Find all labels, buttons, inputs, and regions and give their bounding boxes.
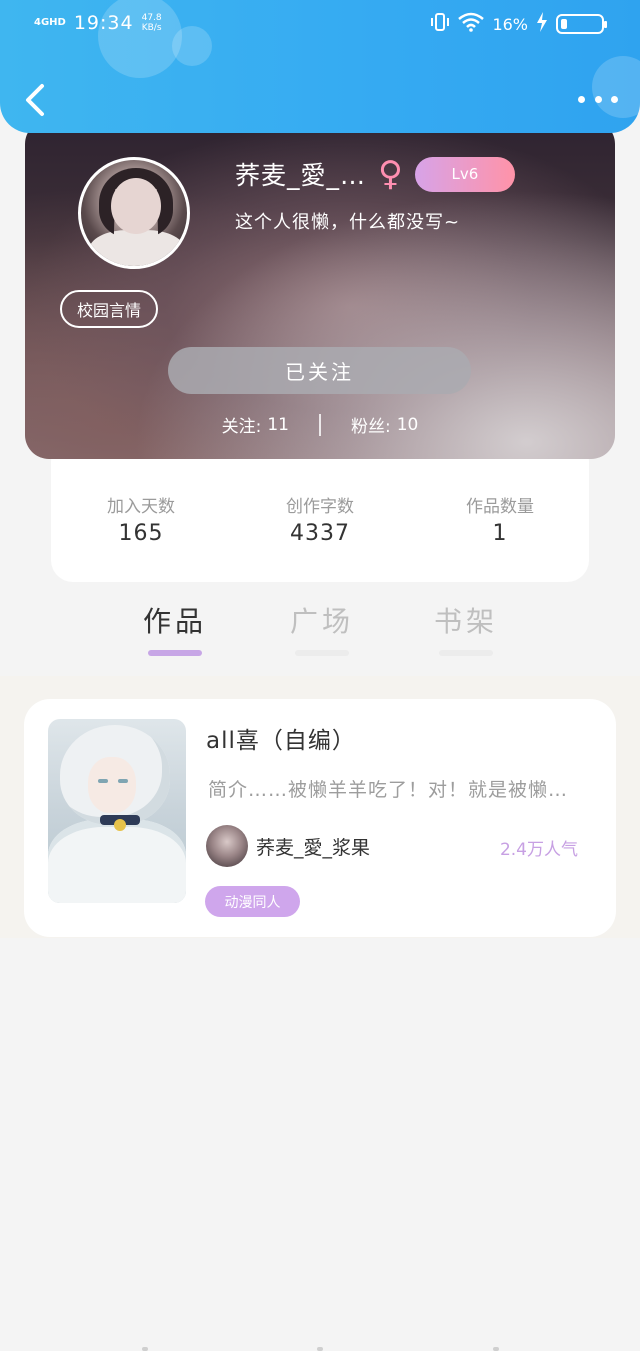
works-count-stat: 作品数量 1 bbox=[440, 492, 560, 546]
author-avatar bbox=[206, 825, 248, 867]
cover-coat bbox=[48, 819, 186, 903]
tab-indicator bbox=[439, 650, 493, 656]
cover-face bbox=[88, 757, 136, 813]
tab-bookshelf[interactable]: 书架 bbox=[426, 600, 506, 656]
wifi-icon bbox=[458, 12, 485, 36]
stats-divider bbox=[319, 413, 321, 436]
genre-tag-pill[interactable]: 校园言情 bbox=[60, 290, 158, 328]
cover-eye bbox=[98, 779, 108, 783]
more-dot bbox=[594, 95, 602, 103]
charging-icon bbox=[536, 12, 548, 36]
back-button[interactable] bbox=[20, 80, 52, 120]
works-count-value: 1 bbox=[492, 521, 508, 546]
tab-indicator bbox=[148, 650, 202, 656]
join-days-stat: 加入天数 165 bbox=[81, 492, 201, 546]
follow-stats: 关注: 11 粉丝: 10 bbox=[25, 412, 615, 437]
avatar-body bbox=[89, 230, 185, 266]
fans-label: 粉丝: bbox=[351, 417, 391, 437]
join-days-label: 加入天数 bbox=[107, 497, 175, 517]
work-card[interactable]: all喜（自编） 简介……被懒羊羊吃了！对！就是被懒… 荞麦_愛_浆果 2.4万… bbox=[24, 699, 616, 937]
word-count-stat: 创作字数 4337 bbox=[260, 492, 380, 546]
chevron-left-icon bbox=[26, 84, 44, 116]
works-count-label: 作品数量 bbox=[466, 497, 534, 517]
speed-unit: KB/s bbox=[141, 23, 162, 33]
join-days-value: 165 bbox=[118, 521, 164, 546]
info-card: 加入天数 165 创作字数 4337 作品数量 1 bbox=[51, 440, 589, 582]
author-name: 荞麦_愛_浆果 bbox=[256, 836, 371, 859]
tab-bookshelf-label: 书架 bbox=[433, 605, 498, 638]
author-row[interactable]: 荞麦_愛_浆果 bbox=[206, 825, 370, 867]
cover-eye bbox=[118, 779, 128, 783]
genre-tag[interactable]: 动漫同人 bbox=[205, 886, 300, 917]
profile-card: 荞麦_愛_… ♀ Lv6 这个人很懒，什么都没写~ 校园言情 已关注 关注: 1… bbox=[25, 120, 615, 459]
nav-dot bbox=[142, 1347, 148, 1351]
username: 荞麦_愛_… bbox=[235, 161, 367, 190]
following-stat[interactable]: 关注: 11 bbox=[221, 412, 289, 438]
network-indicator: 4GHD bbox=[34, 17, 66, 28]
nav-dot bbox=[317, 1347, 323, 1351]
more-dot bbox=[611, 95, 618, 103]
following-count: 11 bbox=[267, 414, 289, 435]
battery-percent: 16% bbox=[492, 14, 528, 34]
fans-stat[interactable]: 粉丝: 10 bbox=[351, 412, 419, 438]
fans-count: 10 bbox=[396, 414, 419, 435]
battery-level bbox=[561, 19, 567, 29]
top-header: 4GHD 19:34 47.8 KB/s 16% bbox=[0, 0, 640, 133]
work-title[interactable]: all喜（自编） bbox=[206, 721, 356, 755]
tab-plaza-label: 广场 bbox=[289, 605, 354, 638]
tab-works[interactable]: 作品 bbox=[135, 600, 215, 656]
speed-value: 47.8 bbox=[141, 13, 162, 23]
status-bar: 4GHD 19:34 47.8 KB/s 16% bbox=[0, 8, 640, 42]
tab-plaza[interactable]: 广场 bbox=[282, 600, 362, 656]
female-gender-icon: ♀ bbox=[378, 154, 403, 194]
network-speed: 47.8 KB/s bbox=[142, 13, 162, 33]
battery-icon bbox=[556, 14, 607, 34]
word-count-label: 创作字数 bbox=[286, 497, 354, 517]
tab-works-label: 作品 bbox=[142, 605, 207, 638]
word-count-value: 4337 bbox=[290, 521, 350, 546]
more-button[interactable] bbox=[578, 84, 618, 114]
more-dots-icon bbox=[578, 95, 585, 103]
name-row: 荞麦_愛_… ♀ Lv6 bbox=[235, 156, 515, 192]
work-cover-image[interactable] bbox=[48, 719, 186, 903]
user-bio: 这个人很懒，什么都没写~ bbox=[235, 212, 461, 233]
nav-gesture-dots bbox=[0, 1345, 640, 1351]
tab-bar: 作品 广场 书架 bbox=[0, 600, 640, 660]
cover-bell bbox=[114, 819, 126, 831]
status-time: 19:34 bbox=[73, 12, 134, 34]
follow-button[interactable]: 已关注 bbox=[168, 347, 471, 394]
nav-dot bbox=[493, 1347, 499, 1351]
avatar-face bbox=[111, 178, 161, 234]
vibrate-icon bbox=[430, 12, 450, 36]
level-badge: Lv6 bbox=[414, 156, 515, 192]
avatar[interactable] bbox=[78, 157, 190, 269]
tab-indicator bbox=[295, 650, 349, 656]
work-description: 简介……被懒羊羊吃了！对！就是被懒… bbox=[208, 779, 569, 801]
following-label: 关注: bbox=[221, 417, 262, 437]
popularity-count: 2.4万人气 bbox=[499, 840, 578, 860]
